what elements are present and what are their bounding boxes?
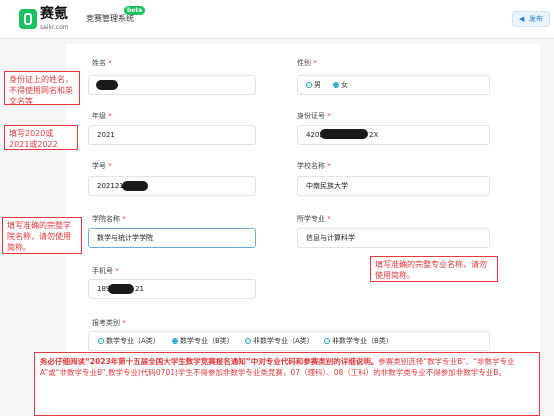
category-option-math-a[interactable]: 数学专业（A类） [98, 336, 160, 346]
phone-suffix: 21 [135, 285, 144, 293]
name-label: 姓名 * [92, 59, 112, 67]
school-input[interactable]: 中南民族大学 [297, 176, 490, 196]
notice-title: “2023年第十五届全国大学生数学竞赛报名通知” [85, 357, 251, 366]
category-option-nonmath-a[interactable]: 非数学专业（A类） [245, 336, 314, 346]
category-option-math-b[interactable]: 数学专业（B类） [172, 336, 234, 346]
notice-mid: 中对专业代码和参赛类别的详细说明。 [250, 357, 379, 366]
beta-badge: beta [124, 6, 146, 15]
category-option-nonmath-b[interactable]: 非数学专业（B类） [324, 336, 393, 346]
category-label: 报考类别 * [92, 319, 126, 327]
radio-icon [324, 338, 330, 344]
gender-field [297, 75, 490, 95]
college-label: 学院名称 * [92, 215, 126, 223]
school-label: 学校名称 * [297, 162, 331, 170]
radio-checked-icon [333, 82, 339, 88]
college-input[interactable]: 数学与统计学学院 [88, 228, 256, 248]
brand-domain: saikr.com [40, 24, 69, 31]
major-label: 所学专业 * [297, 215, 331, 223]
radio-icon [98, 338, 104, 344]
gender-option-male[interactable]: 男 [306, 80, 321, 90]
gender-option-female[interactable]: 女 [333, 80, 348, 90]
student-id-redaction [122, 181, 148, 191]
publish-button[interactable]: ◀ 发布 [512, 11, 550, 27]
name-note: 身份证上的姓名，不得使用网名和英文名等 [4, 71, 80, 106]
grade-label: 年级 * [92, 112, 112, 120]
name-redaction [96, 80, 118, 90]
notice-prefix: 务必仔细阅读 [40, 357, 85, 366]
id-number-suffix: 2X [369, 131, 379, 139]
logo-icon [19, 9, 37, 29]
radio-icon [306, 82, 312, 88]
send-icon: ◀ [519, 15, 525, 23]
student-id-input[interactable]: 202121 [88, 176, 256, 196]
bottom-notice: 务必仔细阅读“2023年第十五届全国大学生数学竞赛报名通知”中对专业代码和参赛类… [34, 352, 540, 416]
gender-label: 性别 * [297, 59, 317, 67]
grade-note: 填写2020或2021或2022 [4, 125, 78, 150]
id-number-redaction [320, 129, 368, 139]
major-input[interactable]: 信息与计算科学 [297, 228, 490, 248]
nav-title[interactable]: 竞赛管理系统 [86, 14, 134, 24]
college-note: 填写准确的完整学院名称，请勿使用简称。 [2, 217, 82, 254]
id-number-label: 身份证号 * [297, 112, 331, 120]
brand-name: 赛氪 [40, 6, 68, 22]
major-note: 填写准确的完整专业名称，请勿使用简称。 [370, 256, 498, 282]
top-header: 赛氪 saikr.com 竞赛管理系统 beta ◀ 发布 [0, 0, 554, 39]
phone-redaction [108, 284, 134, 294]
publish-label: 发布 [529, 15, 543, 23]
radio-icon [245, 338, 251, 344]
grade-input[interactable]: 2021 [88, 125, 256, 145]
student-id-label: 学号 * [92, 162, 112, 170]
radio-checked-icon [172, 338, 178, 344]
phone-label: 手机号 * [92, 267, 119, 275]
